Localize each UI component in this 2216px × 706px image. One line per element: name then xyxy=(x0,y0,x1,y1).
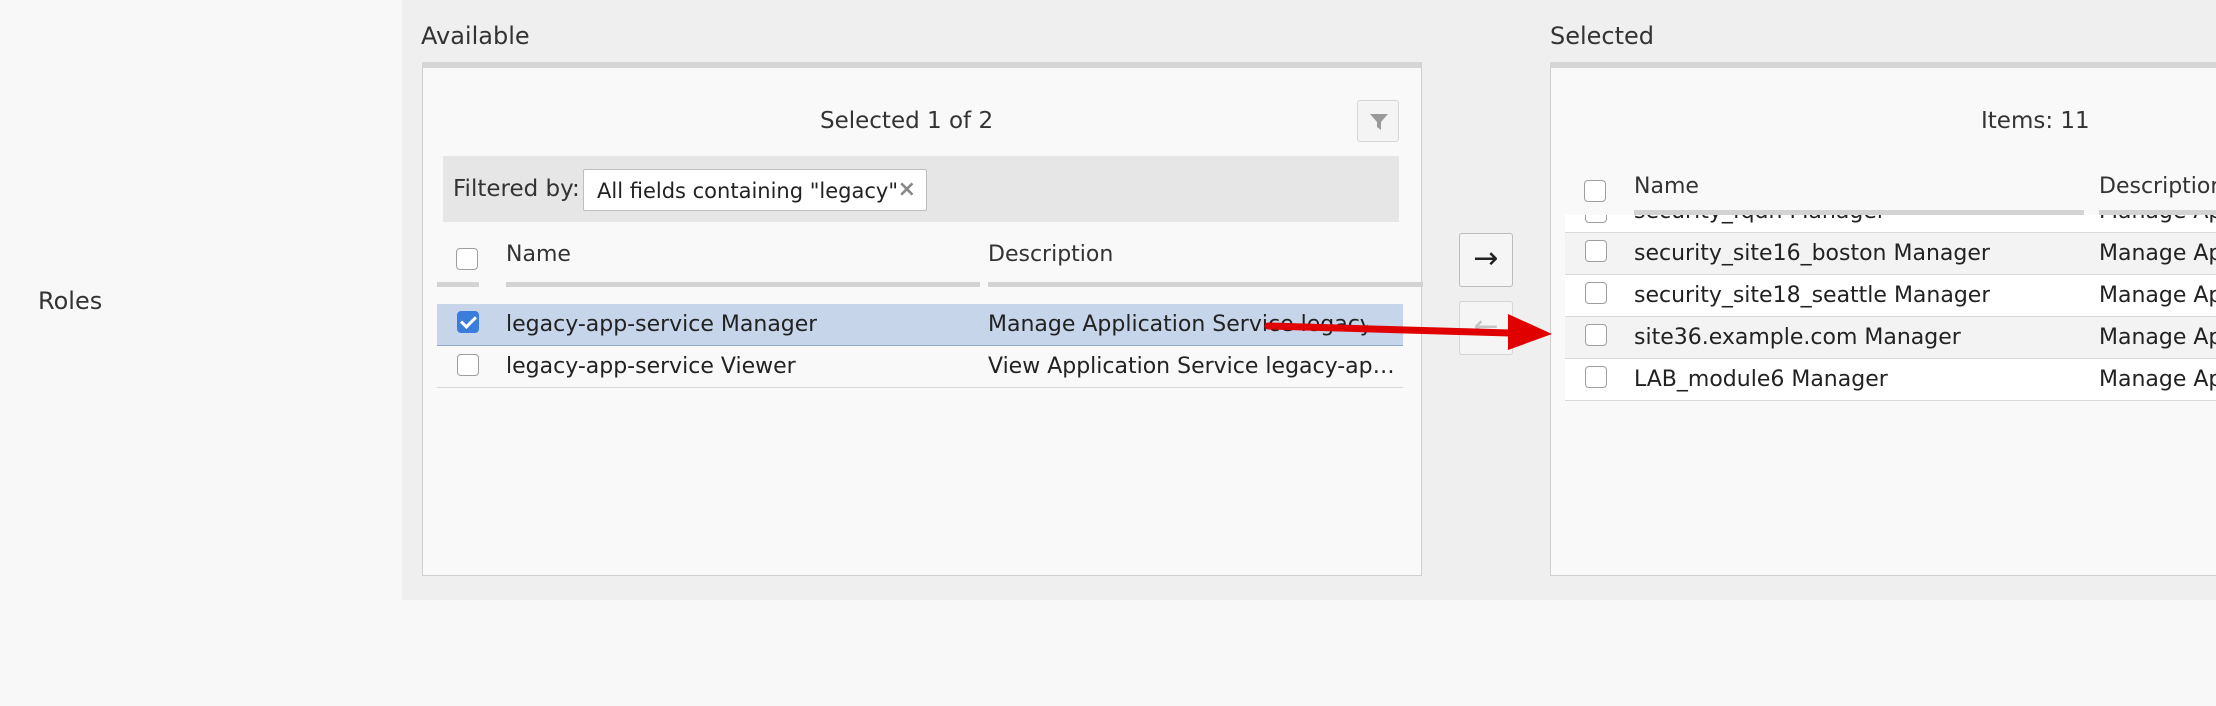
column-rule-check xyxy=(437,282,479,287)
available-label: Available xyxy=(421,22,530,50)
available-panel: Selected 1 of 2 Filtered by: All fields … xyxy=(422,62,1423,576)
row-description: Manage App xyxy=(2099,325,2216,350)
table-row[interactable]: security_fqdn Manager Manage App xyxy=(1565,215,2216,233)
roles-field-label: Roles xyxy=(38,287,103,315)
column-rule-name xyxy=(506,282,980,287)
row-description: View Application Service legacy-app-se… xyxy=(988,354,1398,379)
row-checkbox[interactable] xyxy=(1585,215,1607,223)
row-name: security_fqdn Manager xyxy=(1634,215,1886,224)
column-header-description[interactable]: Description xyxy=(988,242,1113,267)
row-name: security_site18_seattle Manager xyxy=(1634,283,1991,308)
row-description: Manage App xyxy=(2099,241,2216,266)
filter-chip: All fields containing "legacy" × xyxy=(583,169,927,211)
table-row[interactable]: security_site16_boston Manager Manage Ap… xyxy=(1565,233,2216,275)
table-row[interactable]: security_site18_seattle Manager Manage A… xyxy=(1565,275,2216,317)
table-row[interactable]: LAB_module6 Manager Manage App xyxy=(1565,359,2216,401)
row-name: legacy-app-service Viewer xyxy=(506,354,796,379)
row-description: Manage App xyxy=(2099,283,2216,308)
selected-label: Selected xyxy=(1550,22,1655,50)
row-checkbox[interactable] xyxy=(1585,324,1607,346)
row-name: security_site16_boston Manager xyxy=(1634,241,1990,266)
row-checkbox[interactable] xyxy=(1585,282,1607,304)
select-all-checkbox[interactable] xyxy=(1584,180,1606,202)
close-icon[interactable]: × xyxy=(898,177,916,202)
row-description: Manage App xyxy=(2099,215,2216,224)
row-name: LAB_module6 Manager xyxy=(1634,367,1888,392)
available-count-title: Selected 1 of 2 xyxy=(820,108,994,134)
selected-panel: Items: 11 Name Description security_fqdn… xyxy=(1550,62,2216,576)
column-header-name[interactable]: Name xyxy=(506,242,571,267)
row-name: site36.example.com Manager xyxy=(1634,325,1961,350)
row-checkbox[interactable] xyxy=(457,354,479,376)
row-name: legacy-app-service Manager xyxy=(506,312,818,337)
add-to-selected-button[interactable]: → xyxy=(1459,233,1513,287)
row-checkbox[interactable] xyxy=(457,311,479,333)
table-row[interactable]: legacy-app-service Manager Manage Applic… xyxy=(437,304,1403,346)
row-checkbox[interactable] xyxy=(1585,240,1607,262)
filter-bar: Filtered by: All fields containing "lega… xyxy=(443,156,1399,222)
table-row[interactable]: legacy-app-service Viewer View Applicati… xyxy=(437,346,1403,388)
row-checkbox[interactable] xyxy=(1585,366,1607,388)
select-all-checkbox[interactable] xyxy=(456,248,478,270)
column-header-description[interactable]: Description xyxy=(2099,174,2216,199)
filter-icon xyxy=(1370,114,1388,130)
selected-count-title: Items: 11 xyxy=(1981,108,2090,134)
row-description: Manage App xyxy=(2099,367,2216,392)
selected-table-viewport: security_fqdn Manager Manage App securit… xyxy=(1565,215,2216,415)
remove-from-selected-button[interactable]: ← xyxy=(1459,301,1513,355)
column-rule-description xyxy=(988,282,1423,287)
filter-chip-text: All fields containing "legacy" xyxy=(597,179,898,203)
filter-label: Filtered by: xyxy=(453,176,580,202)
table-row[interactable]: site36.example.com Manager Manage App xyxy=(1565,317,2216,359)
row-description: Manage Application Service legacy-ap xyxy=(988,312,1368,337)
filter-button[interactable] xyxy=(1357,100,1399,142)
column-header-name[interactable]: Name xyxy=(1634,174,1699,199)
